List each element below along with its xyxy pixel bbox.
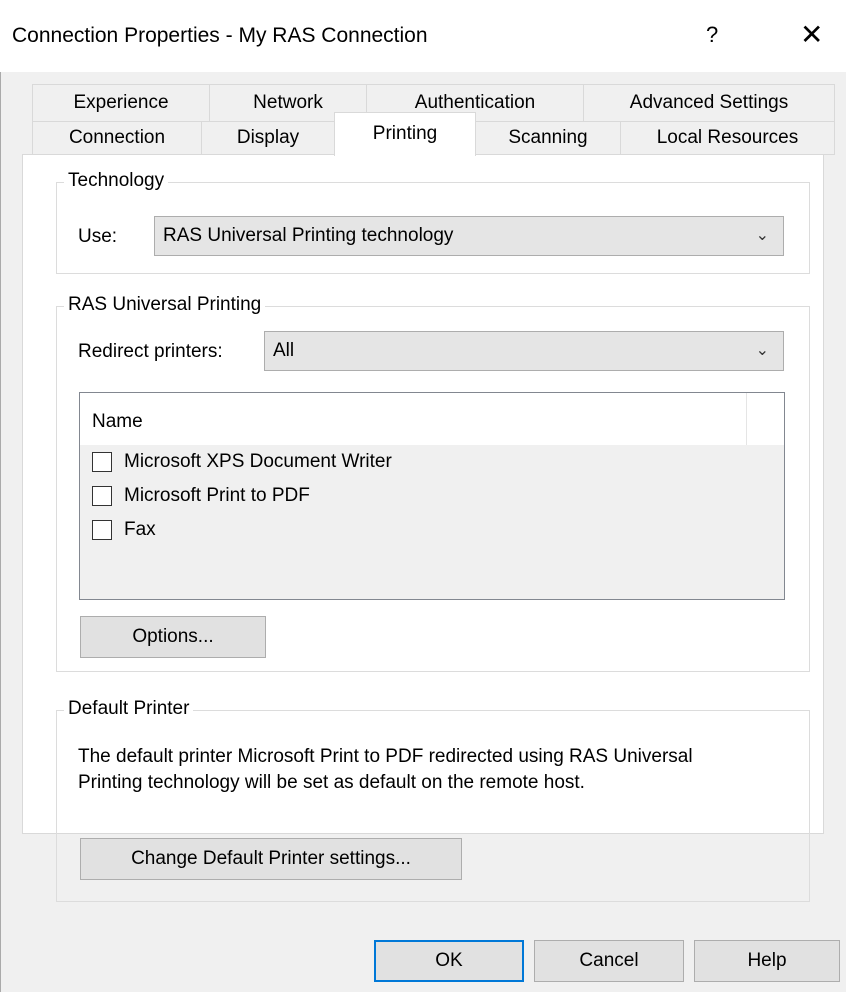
- printer-name: Microsoft XPS Document Writer: [124, 451, 392, 472]
- redirect-printers-select[interactable]: All ⌄: [264, 331, 784, 371]
- tab-advanced-settings[interactable]: Advanced Settings: [583, 84, 835, 122]
- window-title: Connection Properties - My RAS Connectio…: [12, 24, 428, 47]
- use-label: Use:: [78, 226, 118, 247]
- close-icon[interactable]: ✕: [800, 18, 823, 51]
- tab-display[interactable]: Display: [201, 121, 335, 155]
- redirect-printers-label: Redirect printers:: [78, 341, 223, 362]
- chevron-down-icon: ⌄: [755, 227, 769, 244]
- list-item[interactable]: Microsoft Print to PDF: [92, 485, 310, 507]
- list-item[interactable]: Fax: [92, 519, 156, 541]
- tab-connection[interactable]: Connection: [32, 121, 202, 155]
- title-bar: Connection Properties - My RAS Connectio…: [0, 0, 846, 72]
- ok-button[interactable]: OK: [374, 940, 524, 982]
- name-column-header[interactable]: Name: [92, 411, 143, 433]
- chevron-down-icon: ⌄: [755, 342, 769, 359]
- printer-checkbox[interactable]: [92, 520, 112, 540]
- technology-legend: Technology: [64, 170, 169, 192]
- printer-checkbox[interactable]: [92, 486, 112, 506]
- tab-printing[interactable]: Printing: [334, 112, 476, 156]
- description-line-2: Printing technology will be set as defau…: [78, 772, 585, 793]
- description-line-1: The default printer Microsoft Print to P…: [78, 746, 693, 767]
- default-printer-description: The default printer Microsoft Print to P…: [78, 744, 798, 796]
- printer-name: Fax: [124, 519, 156, 540]
- help-icon[interactable]: ?: [706, 22, 718, 48]
- printer-list[interactable]: Name Microsoft XPS Document Writer Micro…: [79, 392, 785, 600]
- printer-list-header: Name: [80, 393, 784, 445]
- options-button[interactable]: Options...: [80, 616, 266, 658]
- default-printer-legend: Default Printer: [64, 698, 194, 720]
- tab-scanning[interactable]: Scanning: [475, 121, 621, 155]
- universal-printing-legend: RAS Universal Printing: [64, 294, 266, 316]
- help-button[interactable]: Help: [694, 940, 840, 982]
- cancel-button[interactable]: Cancel: [534, 940, 684, 982]
- printer-name: Microsoft Print to PDF: [124, 485, 310, 506]
- change-default-printer-button[interactable]: Change Default Printer settings...: [80, 838, 462, 880]
- technology-select[interactable]: RAS Universal Printing technology ⌄: [154, 216, 784, 256]
- tab-local-resources[interactable]: Local Resources: [620, 121, 835, 155]
- tab-experience[interactable]: Experience: [32, 84, 210, 122]
- window-border: [0, 72, 1, 992]
- printer-checkbox[interactable]: [92, 452, 112, 472]
- technology-select-value: RAS Universal Printing technology: [163, 225, 454, 246]
- list-item[interactable]: Microsoft XPS Document Writer: [92, 451, 392, 473]
- redirect-printers-value: All: [273, 340, 295, 361]
- column-separator: [746, 393, 747, 445]
